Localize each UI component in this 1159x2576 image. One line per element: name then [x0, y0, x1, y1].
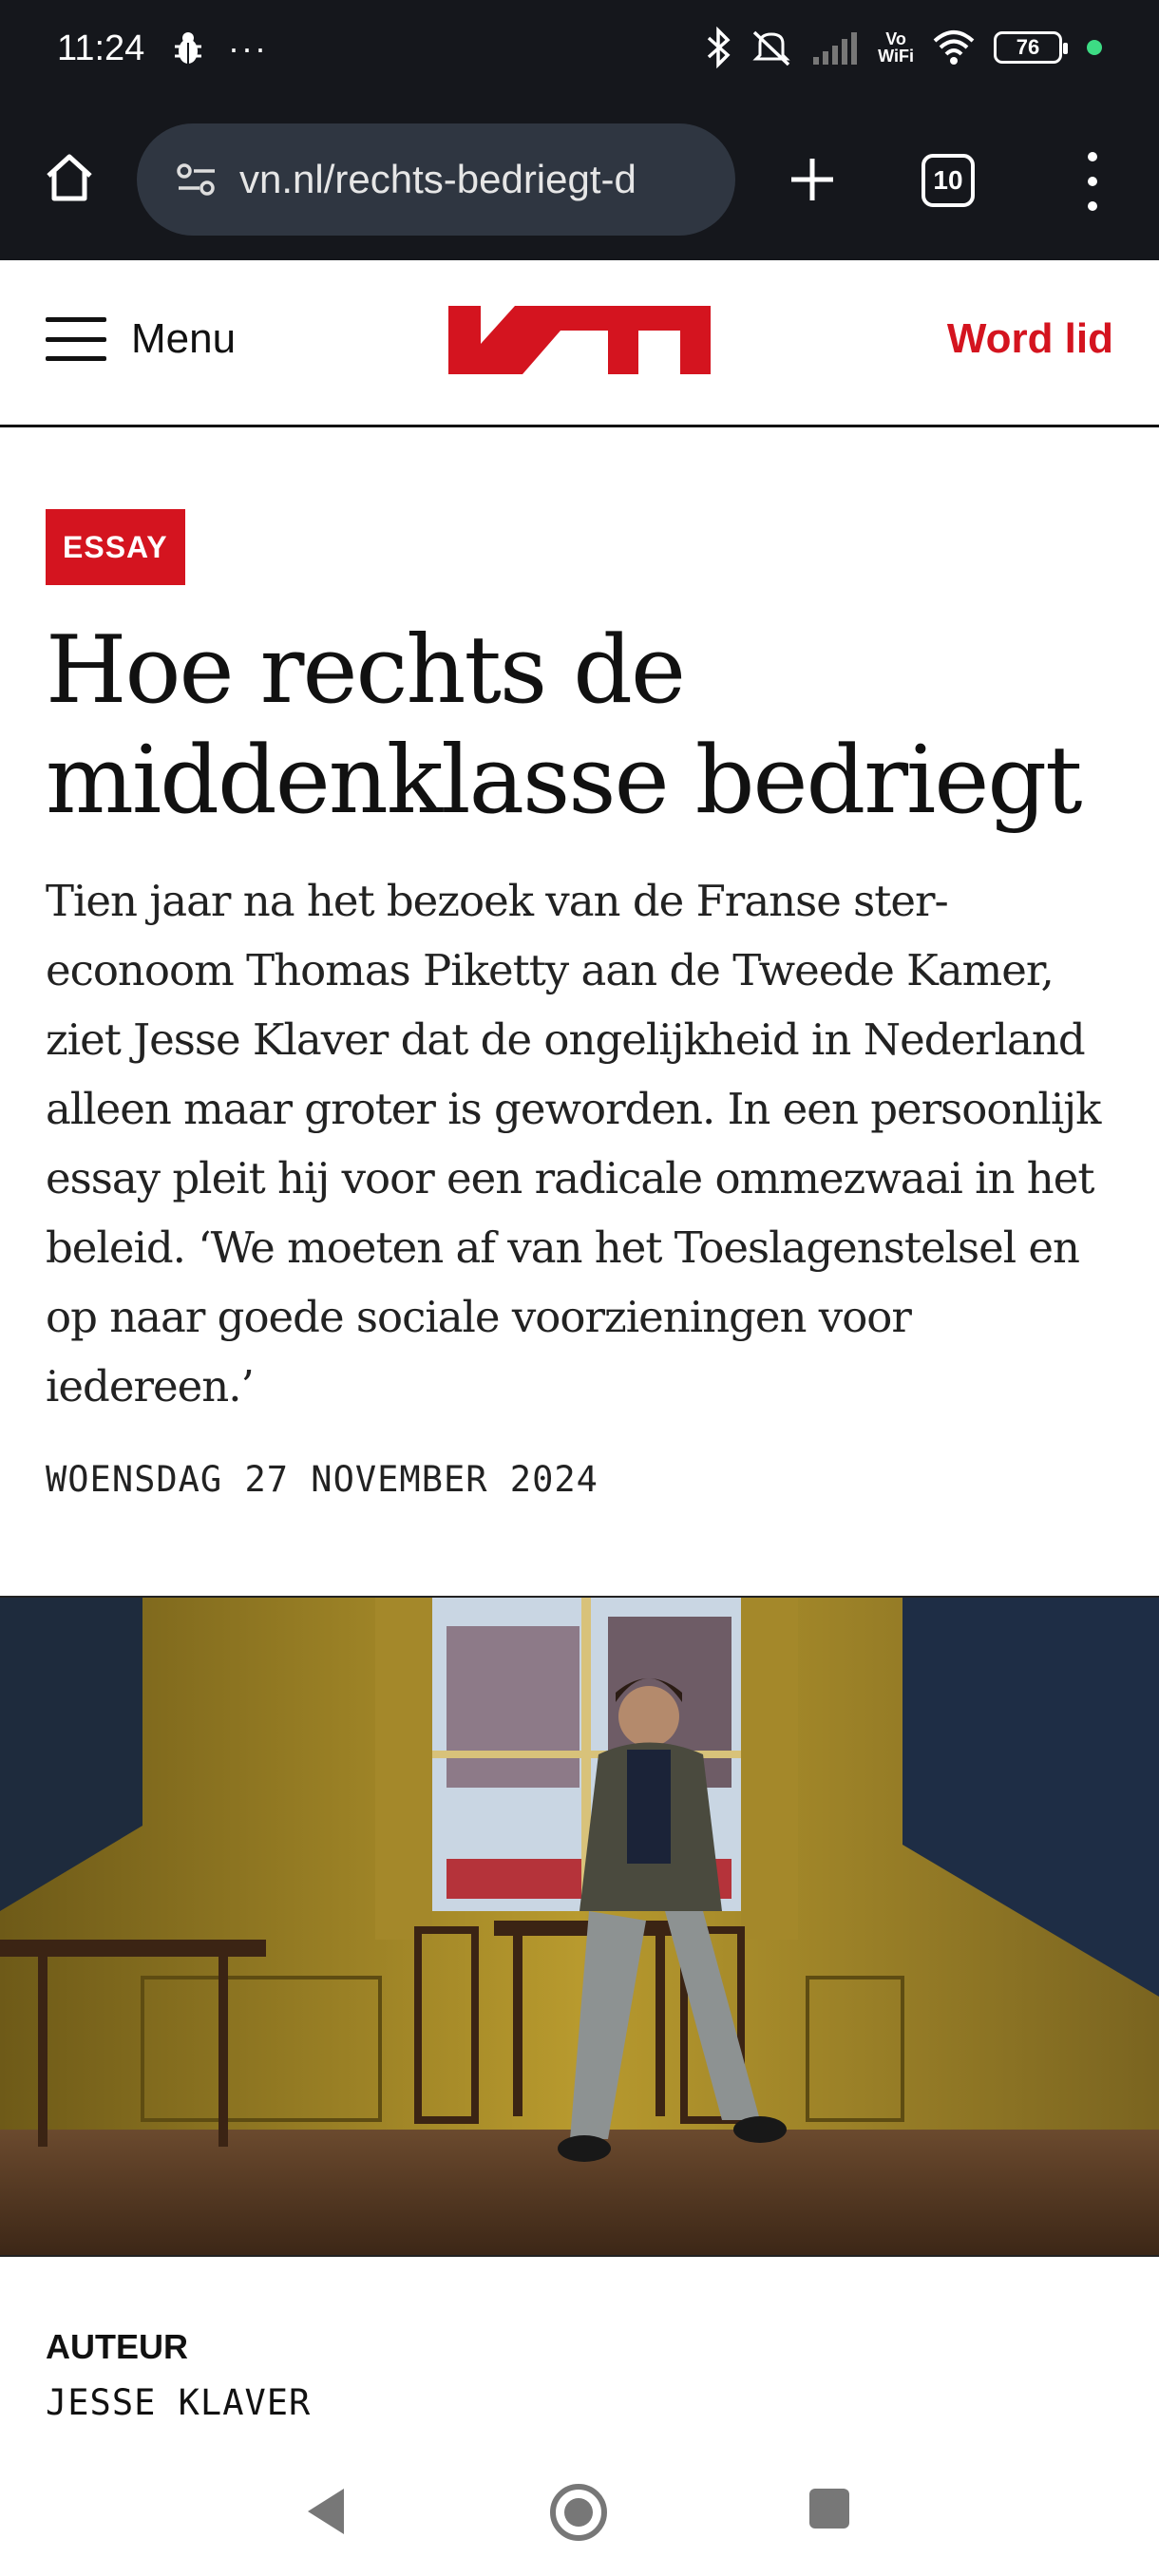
status-more: ···	[228, 28, 268, 67]
kebab-dot	[1088, 177, 1097, 186]
plus-icon	[791, 159, 833, 200]
status-bar: 11:24 ··· Vo WiFi 76	[0, 0, 1159, 104]
article-title: Hoe rechts de middenklasse bedriegt	[46, 616, 1083, 835]
become-member-link[interactable]: Word lid	[947, 315, 1113, 363]
browser-toolbar: vn.nl/rechts-bedriegt-d 10	[0, 104, 1159, 260]
mute-icon	[752, 30, 790, 66]
hero-photo	[0, 1598, 1159, 2255]
recents-icon[interactable]	[809, 2489, 849, 2529]
battery-indicator: 76	[994, 31, 1068, 64]
tab-switcher-button[interactable]: 10	[922, 154, 975, 207]
kebab-dot	[1088, 152, 1097, 161]
status-left-icons: ···	[169, 28, 268, 68]
back-icon[interactable]	[302, 2485, 350, 2538]
privacy-dot-icon	[1087, 40, 1102, 55]
bug-icon	[175, 32, 201, 64]
home-icon	[47, 154, 92, 201]
status-right-icons: Vo WiFi 76	[705, 27, 1102, 68]
article-hero-image	[0, 1596, 1159, 2257]
home-button[interactable]	[36, 144, 103, 211]
author-name[interactable]: JESSE KLAVER	[46, 2382, 311, 2423]
home-nav-icon[interactable]	[547, 2481, 610, 2544]
status-time: 11:24	[57, 28, 145, 68]
category-badge[interactable]: ESSAY	[46, 509, 185, 585]
url-text[interactable]: vn.nl/rechts-bedriegt-d	[239, 157, 636, 202]
wifi-icon	[933, 30, 975, 65]
site-settings-icon[interactable]	[175, 158, 218, 201]
menu-label: Menu	[131, 315, 237, 362]
system-nav-bar	[0, 2451, 1159, 2576]
new-tab-button[interactable]	[779, 146, 846, 213]
menu-button[interactable]: Menu	[46, 315, 236, 363]
tab-count: 10	[933, 165, 963, 195]
kebab-dot	[1088, 201, 1097, 211]
hamburger-icon	[46, 317, 106, 361]
browser-menu-button[interactable]	[1064, 146, 1121, 217]
article-date: WOENSDAG 27 NOVEMBER 2024	[46, 1459, 598, 1500]
vowifi-label: Vo WiFi	[878, 29, 914, 66]
author-label: AUTEUR	[46, 2327, 188, 2366]
vn-logo[interactable]	[448, 306, 711, 374]
article-lead: Tien jaar na het bezoek van de Franse st…	[46, 876, 1101, 1411]
site-header: Menu Word lid	[0, 260, 1159, 427]
address-bar[interactable]: vn.nl/rechts-bedriegt-d	[137, 123, 735, 236]
signal-icon	[813, 32, 858, 65]
bluetooth-icon	[708, 27, 731, 68]
